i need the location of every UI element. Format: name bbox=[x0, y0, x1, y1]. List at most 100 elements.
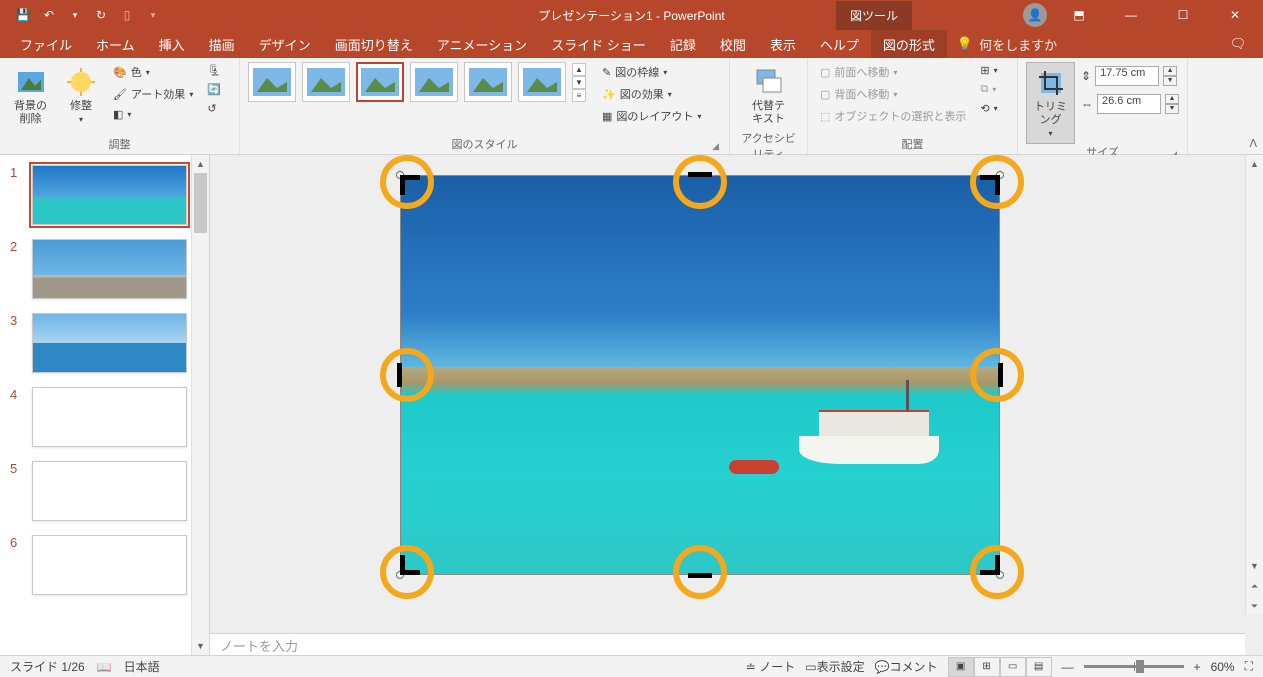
slide-thumbnail[interactable] bbox=[32, 387, 187, 447]
tab-review[interactable]: 校閲 bbox=[708, 30, 758, 59]
crop-button[interactable]: トリミング ▾ bbox=[1026, 62, 1075, 144]
style-item[interactable] bbox=[302, 62, 350, 102]
selection-handle[interactable] bbox=[996, 171, 1004, 179]
undo-icon[interactable]: ↶ bbox=[38, 4, 60, 26]
tab-home[interactable]: ホーム bbox=[84, 30, 147, 59]
spin-up-icon[interactable]: ▲ bbox=[1165, 94, 1179, 104]
save-icon[interactable]: 💾 bbox=[12, 4, 34, 26]
zoom-in-button[interactable]: + bbox=[1194, 660, 1201, 674]
undo-dropdown-icon[interactable]: ▾ bbox=[64, 4, 86, 26]
selection-handle[interactable] bbox=[396, 571, 404, 579]
collapse-ribbon-icon[interactable]: ᐱ bbox=[1249, 137, 1257, 150]
style-item[interactable] bbox=[464, 62, 512, 102]
gallery-up-icon[interactable]: ▲ bbox=[572, 63, 586, 76]
scroll-down-icon[interactable]: ▼ bbox=[192, 637, 209, 655]
slideshow-view-button[interactable]: ▤ bbox=[1026, 657, 1052, 677]
selection-handle[interactable] bbox=[996, 571, 1004, 579]
tab-slideshow[interactable]: スライド ショー bbox=[539, 30, 658, 59]
tab-insert[interactable]: 挿入 bbox=[147, 30, 197, 59]
minimize-button[interactable]: — bbox=[1111, 0, 1151, 30]
thumb-row[interactable]: 6 bbox=[10, 535, 209, 595]
artistic-effects-button[interactable]: 🖌アート効果▾ bbox=[109, 84, 197, 104]
language-label[interactable]: 日本語 bbox=[124, 658, 160, 675]
account-icon[interactable]: 👤 bbox=[1023, 3, 1047, 27]
maximize-button[interactable]: ☐ bbox=[1163, 0, 1203, 30]
share-icon[interactable]: 🗨 bbox=[1227, 33, 1249, 55]
slideshow-qat-icon[interactable]: ▯ bbox=[116, 4, 138, 26]
notes-pane[interactable]: ノートを入力 bbox=[210, 633, 1245, 655]
spin-down-icon[interactable]: ▼ bbox=[1163, 76, 1177, 86]
gallery-more-icon[interactable]: ≡ bbox=[572, 89, 586, 102]
display-settings[interactable]: ▭表示設定 bbox=[805, 658, 864, 675]
qat-more-icon[interactable]: ▾ bbox=[142, 4, 164, 26]
tab-view[interactable]: 表示 bbox=[758, 30, 808, 59]
gallery-down-icon[interactable]: ▼ bbox=[572, 76, 586, 89]
scroll-up-icon[interactable]: ▲ bbox=[1246, 155, 1263, 173]
tab-record[interactable]: 記録 bbox=[658, 30, 708, 59]
slide-thumbnail[interactable] bbox=[32, 165, 187, 225]
prev-slide-icon[interactable]: ⏶ bbox=[1246, 577, 1263, 595]
picture-border-button[interactable]: ✎図の枠線▾ bbox=[598, 62, 705, 82]
thumb-row[interactable]: 5 bbox=[10, 461, 209, 521]
color-button[interactable]: 🎨色▾ bbox=[109, 62, 197, 82]
transparency-button[interactable]: ◧▾ bbox=[109, 106, 197, 123]
picture-layout-button[interactable]: ▦図のレイアウト▾ bbox=[598, 106, 705, 126]
ribbon-display-icon[interactable]: ⬒ bbox=[1059, 0, 1099, 30]
slide-counter[interactable]: スライド 1/26 bbox=[10, 658, 85, 675]
style-item[interactable] bbox=[356, 62, 404, 102]
slide-canvas[interactable]: ▲ ▼ ⏶ ⏷ ノートを入力 bbox=[210, 155, 1263, 655]
canvas-scrollbar-v[interactable]: ▲ ▼ ⏶ ⏷ bbox=[1245, 155, 1263, 615]
tab-design[interactable]: デザイン bbox=[247, 30, 323, 59]
remove-background-button[interactable]: 背景の 削除 bbox=[8, 62, 53, 130]
slide-thumbnail[interactable] bbox=[32, 239, 187, 299]
send-backward-button[interactable]: ▢背面へ移動▾ bbox=[816, 84, 970, 104]
slide-thumbnail[interactable] bbox=[32, 535, 187, 595]
next-slide-icon[interactable]: ⏷ bbox=[1246, 597, 1263, 615]
zoom-out-button[interactable]: — bbox=[1062, 660, 1074, 674]
change-picture-button[interactable]: 🔄 bbox=[203, 81, 225, 98]
thumbnail-scrollbar[interactable]: ▲ ▼ bbox=[191, 155, 209, 655]
thumbnail-pane[interactable]: 1 2 3 4 5 6 ▲ ▼ bbox=[0, 155, 210, 655]
tab-transitions[interactable]: 画面切り替え bbox=[323, 30, 425, 59]
redo-icon[interactable]: ↻ bbox=[90, 4, 112, 26]
selection-handle[interactable] bbox=[396, 171, 404, 179]
scroll-down-icon[interactable]: ▼ bbox=[1246, 557, 1263, 575]
compress-button[interactable]: 🗜 bbox=[203, 62, 225, 79]
comments-toggle[interactable]: 💬コメント bbox=[875, 658, 938, 675]
slide-thumbnail[interactable] bbox=[32, 313, 187, 373]
style-item[interactable] bbox=[248, 62, 296, 102]
reset-picture-button[interactable]: ↺ bbox=[203, 100, 225, 117]
zoom-knob[interactable] bbox=[1136, 660, 1144, 673]
normal-view-button[interactable]: ▣ bbox=[948, 657, 974, 677]
spin-down-icon[interactable]: ▼ bbox=[1165, 104, 1179, 114]
sorter-view-button[interactable]: ⊞ bbox=[974, 657, 1000, 677]
style-item[interactable] bbox=[518, 62, 566, 102]
tab-animations[interactable]: アニメーション bbox=[425, 30, 539, 59]
scroll-handle[interactable] bbox=[194, 173, 207, 233]
tab-file[interactable]: ファイル bbox=[8, 30, 84, 59]
thumb-row[interactable]: 3 bbox=[10, 313, 209, 373]
group-button[interactable]: ⧉▾ bbox=[976, 81, 1001, 98]
tab-draw[interactable]: 描画 bbox=[197, 30, 247, 59]
picture-effects-button[interactable]: ✨図の効果▾ bbox=[598, 84, 705, 104]
width-input[interactable]: 26.6 cm bbox=[1097, 94, 1161, 114]
height-input[interactable]: 17.75 cm bbox=[1095, 66, 1159, 86]
thumb-row[interactable]: 2 bbox=[10, 239, 209, 299]
tab-picture-format[interactable]: 図の形式 bbox=[871, 30, 947, 59]
reading-view-button[interactable]: ▭ bbox=[1000, 657, 1026, 677]
fit-window-button[interactable]: ⛶ bbox=[1245, 659, 1253, 674]
launcher-icon[interactable]: ◢ bbox=[712, 141, 719, 152]
thumb-row[interactable]: 4 bbox=[10, 387, 209, 447]
corrections-button[interactable]: 修整 ▾ bbox=[59, 62, 103, 129]
tab-help[interactable]: ヘルプ bbox=[808, 30, 871, 59]
alt-text-button[interactable]: 代替テ キスト bbox=[746, 62, 791, 130]
slide-thumbnail[interactable] bbox=[32, 461, 187, 521]
bring-forward-button[interactable]: ▢前面へ移動▾ bbox=[816, 62, 970, 82]
thumb-row[interactable]: 1 bbox=[10, 165, 209, 225]
zoom-slider[interactable] bbox=[1084, 665, 1184, 668]
tell-me[interactable]: 💡 何をしますか bbox=[957, 35, 1057, 54]
spin-up-icon[interactable]: ▲ bbox=[1163, 66, 1177, 76]
zoom-level[interactable]: 60% bbox=[1211, 660, 1235, 674]
slide-image[interactable] bbox=[400, 175, 1000, 575]
align-button[interactable]: ⊞▾ bbox=[976, 62, 1001, 79]
